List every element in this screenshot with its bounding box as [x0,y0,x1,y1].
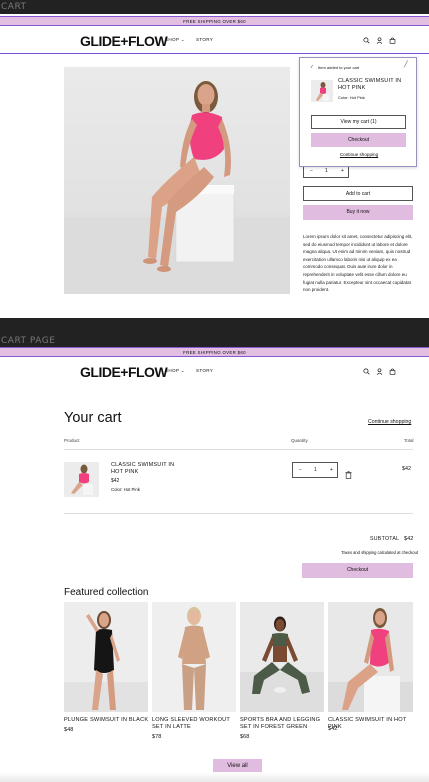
continue-shopping-link[interactable]: Continue shopping [300,152,418,157]
add-to-cart-button[interactable]: Add to cart [303,186,413,201]
qty-minus-button[interactable]: − [310,168,313,174]
announcement-bar: FREE SHIPPING OVER $60 [0,16,429,26]
cart-item-line-total: $42 [402,466,411,472]
section-label-cart-page: CART PAGE [1,336,56,346]
featured-collection-title: Featured collection [64,587,149,598]
product-card-price-forest-green: $68 [240,734,250,740]
product-card-name-black[interactable]: PLUNGE SWIMSUIT IN BLACK [64,717,150,724]
column-header-product: Product [64,438,80,443]
close-icon[interactable]: ╱ [404,61,408,68]
cart-item-thumbnail[interactable] [64,462,99,497]
qty-plus-button-2[interactable]: + [330,467,333,473]
search-icon[interactable] [363,368,370,375]
nav-shop[interactable]: SHOP ⌄ [165,37,185,43]
view-cart-button[interactable]: View my cart (1) [311,115,406,129]
column-header-quantity: Quantity [291,438,308,443]
taxes-note: Taxes and shipping calculated at checkou… [341,550,418,555]
cart-page-title: Your cart [64,410,122,426]
qty-value-2[interactable]: 1 [314,467,317,473]
popup-checkout-button[interactable]: Checkout [311,133,406,147]
product-card-price-black: $48 [64,727,74,733]
product-card-price-latte: $78 [152,734,162,740]
brand-logo[interactable]: GLIDE+FLOW [80,33,168,49]
nav-story-2[interactable]: STORY [196,368,213,373]
product-card-price-hot-pink: $42 [328,726,338,732]
section-label-cart: CART [0,0,429,14]
added-message: Item added to your cart [318,64,360,70]
popup-item-thumbnail [311,80,333,102]
site-header: GLIDE+FLOW SHOP ⌄ STORY [0,28,429,54]
buy-now-button[interactable]: Buy it now [303,205,413,220]
cart-checkout-button[interactable]: Checkout [302,563,413,578]
popup-item-color: Color: Hot Pink [338,95,365,100]
qty-plus-button[interactable]: + [341,168,344,174]
cart-icon[interactable] [389,37,396,44]
column-header-total: Total [404,438,414,443]
product-card-image-black[interactable] [64,602,148,712]
product-card-image-hot-pink[interactable] [328,602,413,712]
subtotal-label: SUBTOTAL [370,536,400,542]
product-description: Lorem ipsum dolor sit amet, consectetur … [303,234,413,293]
divider [64,449,413,450]
cart-item-color: Color: Hot Pink [111,487,140,492]
brand-logo-2[interactable]: GLIDE+FLOW [80,364,168,380]
site-header-2: GLIDE+FLOW SHOP ⌄ STORY [0,359,429,385]
cart-notification-popup: ✓ Item added to your cart ╱ CLASSIC SWIM… [299,57,417,167]
product-card-name-forest-green[interactable]: SPORTS BRA AND LEGGING SET IN FOREST GRE… [240,717,324,731]
cart-item-title[interactable]: CLASSIC SWIMSUIT IN HOT PINK [111,462,181,476]
product-card-image-forest-green[interactable] [240,602,324,712]
quantity-stepper-2[interactable]: − 1 + [292,462,338,478]
nav-shop-2[interactable]: SHOP ⌄ [165,368,185,374]
bottom-edge [0,772,429,782]
continue-shopping-link-2[interactable]: Continue shopping [368,419,411,425]
subtotal-value: $42 [404,536,414,542]
account-icon[interactable] [376,37,383,44]
product-card-image-latte[interactable] [152,602,236,712]
nav-story[interactable]: STORY [196,37,213,42]
qty-value[interactable]: 1 [325,168,328,174]
cart-icon[interactable] [389,368,396,375]
cart-item-price: $42 [111,478,120,484]
check-icon: ✓ [310,64,314,69]
account-icon[interactable] [376,368,383,375]
popup-item-title: CLASSIC SWIMSUIT IN HOT PINK [338,78,402,91]
qty-minus-button-2[interactable]: − [299,467,302,473]
product-image [64,67,290,294]
search-icon[interactable] [363,37,370,44]
trash-icon[interactable] [345,466,352,479]
product-card-name-latte[interactable]: LONG SLEEVED WORKOUT SET IN LATTE [152,717,236,731]
divider [64,513,413,514]
announcement-bar-2: FREE SHIPPING OVER $60 [0,347,429,357]
product-card-name-hot-pink[interactable]: CLASSIC SWIMSUIT IN HOT PINK [328,717,412,731]
